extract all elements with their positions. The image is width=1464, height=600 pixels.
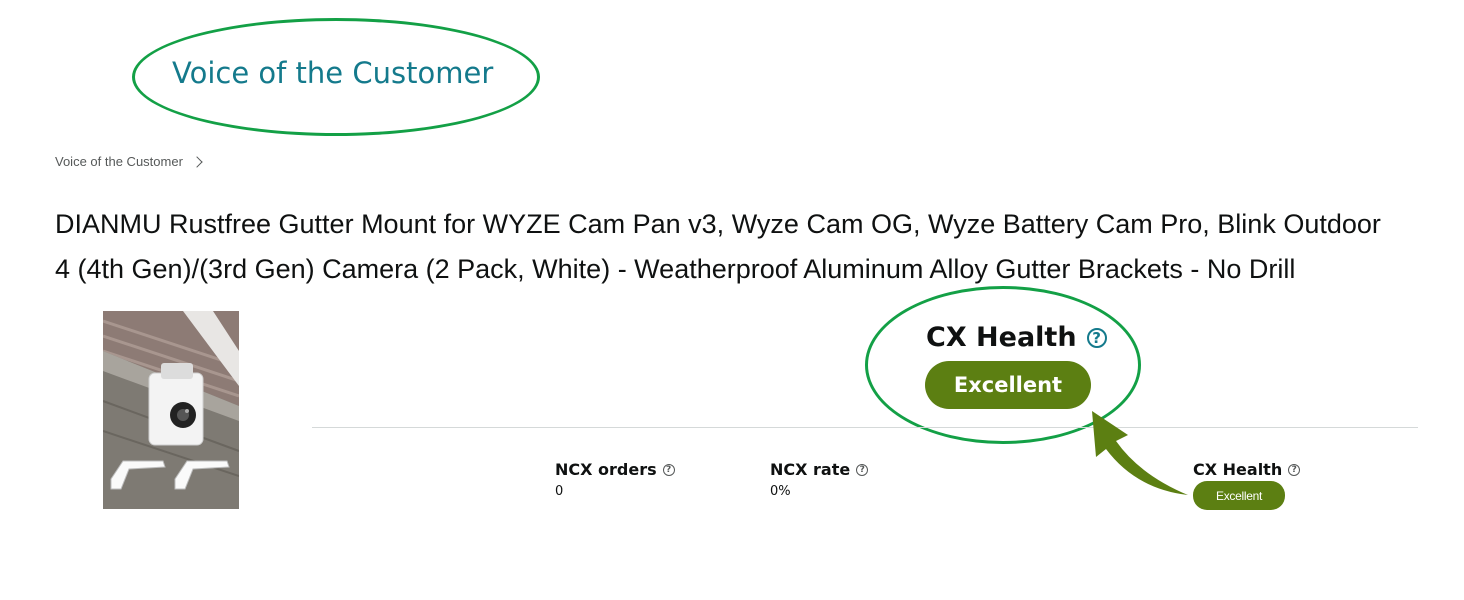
cx-health-callout-label: CX Health [926,322,1077,353]
metric-cx-health: CX Health ? Excellent [1193,460,1301,510]
metric-label-row: NCX orders ? [555,460,675,479]
help-circle-icon[interactable]: ? [1086,327,1107,348]
help-circle-icon[interactable]: ? [662,463,675,476]
metric-ncx-rate: NCX rate ? 0% [770,460,869,499]
metric-label-row: CX Health ? [1193,460,1301,479]
cx-health-label: CX Health [1193,460,1283,479]
ncx-rate-label: NCX rate [770,460,851,479]
chevron-right-icon [191,155,203,168]
page: Voice of the Customer Voice of the Custo… [0,0,1464,600]
breadcrumb: Voice of the Customer [55,154,203,169]
cx-health-status-badge: Excellent [1193,481,1285,510]
cx-health-callout-badge: Excellent [925,361,1091,409]
help-circle-icon[interactable]: ? [856,463,869,476]
product-image [103,311,239,509]
breadcrumb-item-voice-of-customer[interactable]: Voice of the Customer [55,154,183,169]
ncx-rate-value: 0% [770,484,791,499]
ncx-orders-label: NCX orders [555,460,657,479]
ncx-orders-value: 0 [555,484,564,499]
help-circle-icon[interactable]: ? [1288,463,1301,476]
metric-label-row: NCX rate ? [770,460,869,479]
product-title-line-1: DIANMU Rustfree Gutter Mount for WYZE Ca… [55,209,1381,239]
divider [312,427,1418,428]
product-title-line-2: 4 (4th Gen)/(3rd Gen) Camera (2 Pack, Wh… [55,254,1296,284]
cx-health-callout-title: CX Health ? [926,322,1107,353]
curved-arrow-icon [1092,411,1188,495]
metric-ncx-orders: NCX orders ? 0 [555,460,675,499]
page-title: Voice of the Customer [172,56,494,90]
product-title: DIANMU Rustfree Gutter Mount for WYZE Ca… [55,202,1445,292]
